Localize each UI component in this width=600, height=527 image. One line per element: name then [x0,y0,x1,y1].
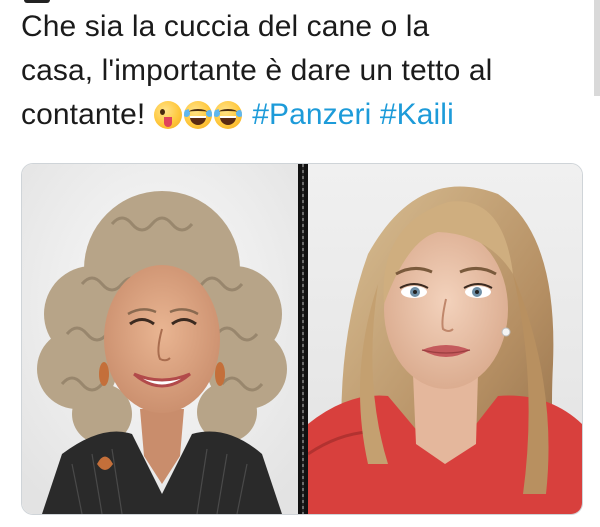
post-text-line-1: Che sia la cuccia del cane o la [21,10,430,43]
post-text-line-3-text: contante! [21,98,146,131]
social-post: Che sia la cuccia del cane o la casa, l'… [0,0,600,527]
post-text-line-2: casa, l'importante è dare un tetto al [21,54,493,87]
photo-left [22,164,298,514]
portrait-woman-blonde-hair-icon [308,164,582,514]
portrait-woman-curly-hair-icon [22,164,298,514]
photo-right [308,164,582,514]
hashtag-kaili-link[interactable]: #Kaili [380,98,454,131]
collage-divider [298,164,308,514]
post-media-image[interactable] [21,163,583,515]
hashtag-panzeri-link[interactable]: #Panzeri [252,98,371,131]
scrollbar-edge [594,0,600,96]
tears-of-joy-emoji-icon [183,101,212,129]
tears-of-joy-emoji-icon [213,101,242,129]
zany-face-emoji-icon [153,101,182,129]
post-text: Che sia la cuccia del cane o la casa, l'… [21,5,581,137]
cropped-header-fragment [24,0,50,3]
post-text-line-3: contante! #Panzeri #Kaili [21,93,581,137]
